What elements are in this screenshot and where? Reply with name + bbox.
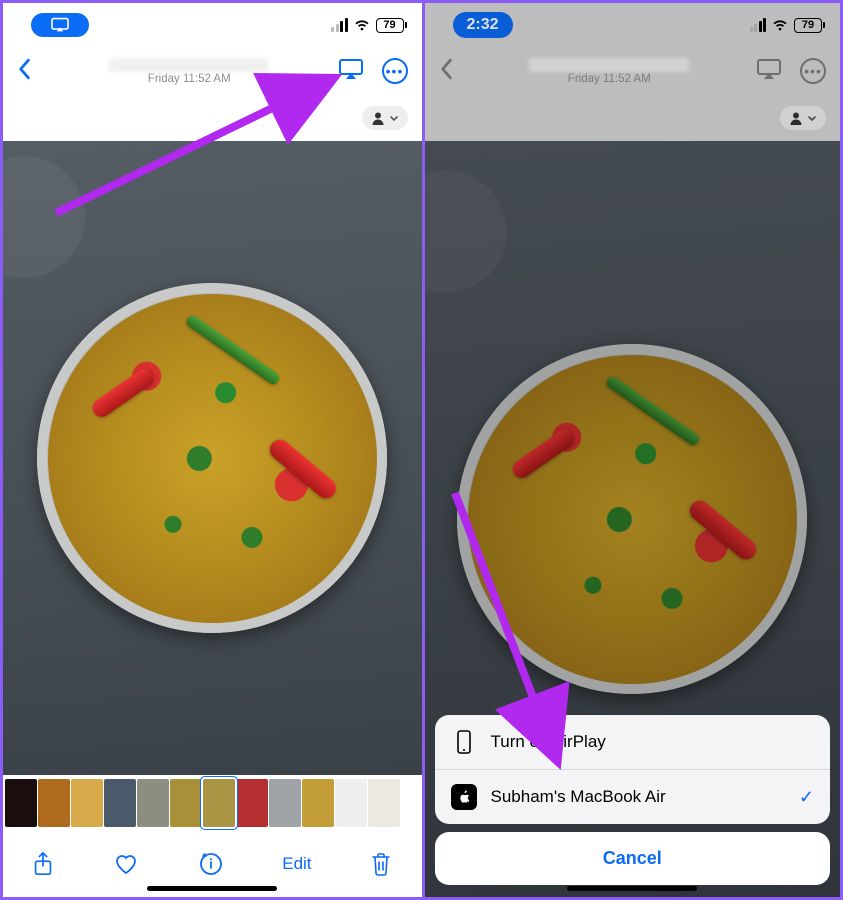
checkmark-icon: ✓: [799, 787, 814, 808]
nav-subtitle: Friday 11:52 AM: [148, 73, 231, 85]
status-right: 79: [331, 18, 404, 33]
info-button[interactable]: [198, 851, 224, 877]
nav-title-redacted: [109, 58, 269, 72]
airplay-active-pill[interactable]: [31, 13, 89, 37]
edit-button[interactable]: Edit: [282, 854, 311, 874]
thumbnail[interactable]: [5, 779, 37, 827]
appletv-icon: [451, 784, 477, 810]
delete-button[interactable]: [370, 851, 392, 877]
more-button[interactable]: •••: [382, 58, 408, 84]
home-indicator[interactable]: [147, 886, 277, 891]
thumbnail[interactable]: [203, 779, 235, 827]
iphone-icon: [451, 729, 477, 755]
turn-off-label: Turn off AirPlay: [491, 732, 606, 752]
thumbnail[interactable]: [335, 779, 367, 827]
share-button[interactable]: [32, 851, 54, 877]
thumbnail[interactable]: [269, 779, 301, 827]
device-label: Subham's MacBook Air: [491, 787, 666, 807]
thumbnail[interactable]: [38, 779, 70, 827]
nav-bar: Friday 11:52 AM •••: [3, 47, 422, 95]
thumbnail-strip[interactable]: [3, 775, 422, 831]
people-bar: [3, 95, 422, 141]
back-button[interactable]: [17, 58, 41, 85]
thumbnail[interactable]: [137, 779, 169, 827]
photo-content: [37, 283, 387, 633]
right-screenshot: 2:32 79 Friday 11:52 AM ••: [422, 3, 841, 897]
battery-indicator: 79: [376, 18, 404, 33]
home-indicator[interactable]: [567, 886, 697, 891]
thumbnail[interactable]: [170, 779, 202, 827]
people-button[interactable]: [362, 106, 408, 130]
turn-off-airplay-row[interactable]: Turn off AirPlay: [435, 715, 831, 769]
thumbnail[interactable]: [71, 779, 103, 827]
airplay-action-sheet: Turn off AirPlay Subham's MacBook Air ✓ …: [435, 715, 831, 885]
nav-title: Friday 11:52 AM: [51, 58, 328, 85]
photo-viewer[interactable]: [3, 141, 422, 775]
chevron-down-icon: [388, 112, 400, 124]
thumbnail[interactable]: [302, 779, 334, 827]
airplay-device-row[interactable]: Subham's MacBook Air ✓: [435, 769, 831, 824]
airplay-button[interactable]: [338, 58, 364, 85]
cancel-button[interactable]: Cancel: [435, 832, 831, 885]
thumbnail[interactable]: [236, 779, 268, 827]
sheet-options: Turn off AirPlay Subham's MacBook Air ✓: [435, 715, 831, 824]
left-screenshot: 79 Friday 11:52 AM •••: [3, 3, 422, 897]
favorite-button[interactable]: [113, 852, 139, 876]
wifi-icon: [353, 18, 371, 32]
status-bar: 79: [3, 3, 422, 47]
thumbnail[interactable]: [104, 779, 136, 827]
cellular-signal-icon: [331, 18, 348, 32]
thumbnail[interactable]: [368, 779, 400, 827]
